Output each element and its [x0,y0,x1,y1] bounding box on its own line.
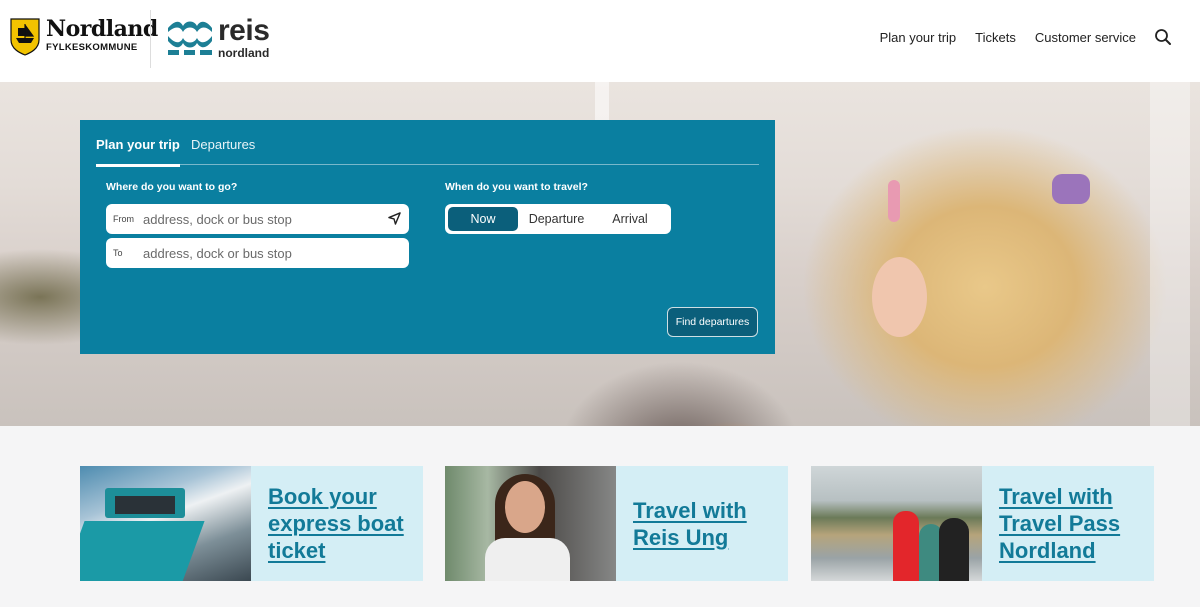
time-option-now[interactable]: Now [448,207,518,231]
location-arrow-icon[interactable] [388,212,401,225]
promo-card[interactable]: Book your express boat ticket [80,466,423,581]
logo-subtitle: nordland [218,46,270,60]
travel-time-selector: Now Departure Arrival [445,204,671,234]
logo-name: Nordland [46,16,158,42]
person-jacket [485,538,570,581]
person-face [505,481,545,533]
card-link[interactable]: Travel with Travel Pass Nordland [999,483,1129,564]
person-black-jacket [939,518,969,581]
logo-subtitle: FYLKESKOMMUNE [46,42,138,53]
nav-tickets[interactable]: Tickets [975,30,1016,45]
boat-window [115,496,175,514]
reis-nordland-logo[interactable]: reis nordland [168,14,270,60]
logo-divider [150,10,151,68]
from-input[interactable] [143,211,373,227]
boat-deck [80,521,205,581]
from-field: From [106,204,409,234]
logo-name: reis [218,14,270,47]
to-field: To [106,238,409,268]
nav-customer-service[interactable]: Customer service [1035,30,1136,45]
planner-tabs: Plan your trip Departures [96,137,759,167]
to-input[interactable] [143,245,373,261]
coat-of-arms-icon [10,18,40,56]
main-nav: Plan your trip Tickets Customer service [861,28,1172,46]
find-departures-button[interactable]: Find departures [667,307,758,337]
site-header: Nordland FYLKESKOMMUNE reis nordland Pla… [0,0,1200,82]
to-label: To [113,248,123,258]
card-image-travel-pass [811,466,982,581]
person-red-jacket [893,511,919,581]
card-image-reis-ung [445,466,616,581]
search-icon[interactable] [1154,28,1172,46]
hair-clip [888,180,900,222]
waves-logo-icon [168,21,212,55]
nav-plan-your-trip[interactable]: Plan your trip [880,30,957,45]
when-label: When do you want to travel? [445,181,588,193]
card-image-express-boat [80,466,251,581]
child-ear [872,257,927,337]
window-frame [1150,82,1190,426]
time-option-arrival[interactable]: Arrival [595,207,665,231]
card-link[interactable]: Travel with Reis Ung [633,497,763,551]
time-option-departure[interactable]: Departure [518,207,595,231]
tab-departures[interactable]: Departures [191,137,255,165]
trip-planner: Plan your trip Departures Where do you w… [80,120,775,354]
where-label: Where do you want to go? [106,181,238,193]
nordland-fylkeskommune-logo[interactable]: Nordland FYLKESKOMMUNE [10,18,158,56]
hair-tie [1052,174,1090,204]
card-link[interactable]: Book your express boat ticket [268,483,418,564]
promo-card[interactable]: Travel with Reis Ung [445,466,788,581]
promo-card[interactable]: Travel with Travel Pass Nordland [811,466,1154,581]
from-label: From [113,214,134,224]
tab-plan-your-trip[interactable]: Plan your trip [96,137,180,167]
